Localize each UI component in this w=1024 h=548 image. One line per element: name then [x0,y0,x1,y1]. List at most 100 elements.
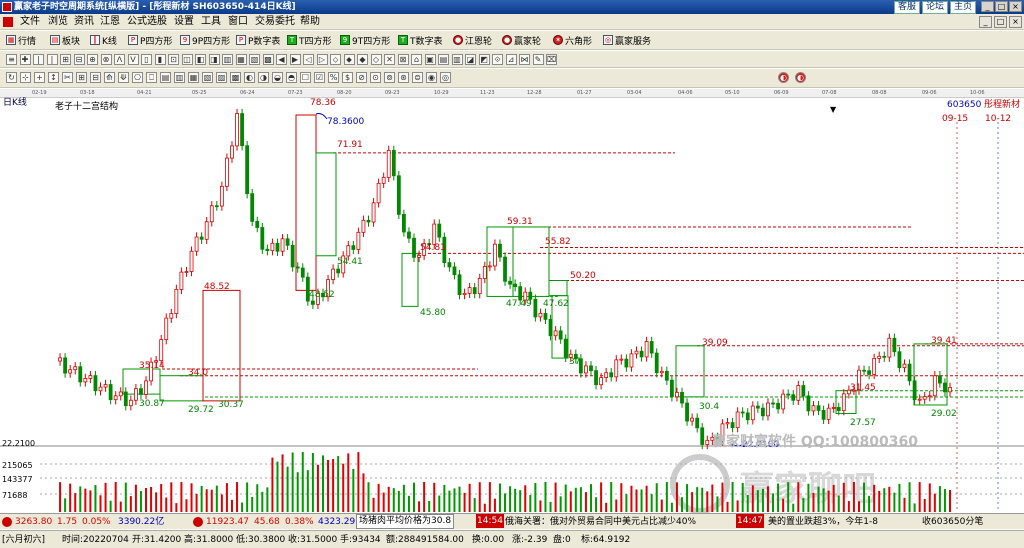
draw-tool-icon[interactable]: ᐯ [127,54,139,65]
draw-tool-icon[interactable]: ≡ [6,54,17,65]
draw-tool-icon[interactable]: ⊗ [100,54,112,65]
analysis-tool-icon[interactable]: ⟰ [104,72,115,83]
draw-tool-icon[interactable]: ◆ [357,54,368,65]
analysis-tool-icon[interactable]: ▨ [216,72,227,83]
news-item[interactable]: 场猪肉平均价格为30.8 [356,514,455,529]
menu-window[interactable]: 窗口 [226,14,250,30]
kline-chart[interactable]: 日K线 老子十二宫结构 603650 彤程新材 09-15 10-12 ▼ 78.36 78.3… [0,97,1024,513]
menu-help[interactable]: 帮助 [298,14,322,30]
draw-tool-icon[interactable]: ▯ [141,54,152,65]
analysis-tool-icon[interactable]: ⊹ [20,72,31,83]
draw-tool-icon[interactable]: ◀ [276,54,287,65]
winner-wheel-button[interactable]: ● 赢家轮 [502,33,541,47]
draw-tool-icon[interactable]: ⊟ [73,54,85,65]
forum-link[interactable]: 论坛 [921,1,948,14]
t-number-button[interactable]: T T数字表 [398,33,443,47]
draw-tool-icon[interactable]: ▣ [424,54,436,65]
menu-gann[interactable]: 江恩 [98,14,122,30]
analysis-tool-icon[interactable]: ⎔ [132,72,143,83]
draw-tool-icon[interactable]: ✚ [19,54,31,65]
draw-tool-icon[interactable]: ▤ [438,54,449,65]
sz-index[interactable]: 11923.47 [206,514,249,530]
draw-tool-icon[interactable]: ✕ [384,54,395,65]
menu-formula[interactable]: 公式选股 [125,14,169,30]
analysis-tool-icon[interactable]: ▧ [202,72,213,83]
analysis-tool-icon[interactable]: ⊛ [398,72,409,83]
menu-info[interactable]: 资讯 [72,14,96,30]
close-button[interactable]: × [1009,1,1022,12]
analysis-tool-icon[interactable]: + [34,72,45,83]
analysis-tool-icon[interactable]: $ [342,72,353,83]
analysis-tool-icon[interactable]: ⊙ [370,72,381,83]
analysis-tool-icon[interactable]: ☑ [314,72,325,83]
analysis-tool-icon[interactable]: ⊚ [384,72,395,83]
color-icon[interactable]: ◐ [795,72,806,83]
analysis-tool-icon[interactable]: ⟱ [118,72,129,83]
draw-tool-icon[interactable]: ⊞ [60,54,71,65]
draw-tool-icon[interactable]: ▧ [249,54,260,65]
news-item[interactable]: 美的置业跌超3%，今年1-8 [768,514,878,530]
draw-tool-icon[interactable]: ⊕ [87,54,98,65]
block-button[interactable]: ▤ 板块 [50,33,80,47]
analysis-tool-icon[interactable]: ↻ [6,72,17,83]
draw-tool-icon[interactable]: ▦ [235,54,247,65]
analysis-tool-icon[interactable]: ⊘ [356,72,367,83]
draw-tool-icon[interactable]: | [33,54,44,65]
analysis-tool-icon[interactable]: ✂ [62,72,73,83]
draw-tool-icon[interactable]: ◪ [465,54,476,65]
analysis-tool-icon[interactable]: ▩ [230,72,241,83]
draw-tool-icon[interactable]: ▮ [154,54,166,65]
analysis-tool-icon[interactable]: % [328,72,339,83]
analysis-tool-icon[interactable]: ▦ [188,72,199,83]
analysis-tool-icon[interactable]: ◑ [258,72,269,83]
draw-tool-icon[interactable]: ⬦ [330,54,341,65]
analysis-tool-icon[interactable]: ⊞ [76,72,87,83]
t-square-button[interactable]: T T四方形 [287,33,332,47]
home-link[interactable]: 主页 [949,1,976,14]
draw-tool-icon[interactable]: ◨ [208,54,220,65]
draw-tool-icon[interactable]: ⊿ [505,54,517,65]
minimize-button[interactable]: _ [981,1,994,12]
analysis-tool-icon[interactable]: ◎ [440,72,451,83]
analysis-tool-icon[interactable]: ⊜ [412,72,423,83]
draw-tool-icon[interactable]: ⟐ [492,54,503,65]
hexagon-button[interactable]: ✶ 六角形 [553,33,592,47]
menu-trade[interactable]: 交易委托 [253,14,297,30]
analysis-tool-icon[interactable]: ↕ [48,72,59,83]
analysis-tool-icon[interactable]: ◐ [244,72,255,83]
draw-tool-icon[interactable]: ⋈ [519,54,530,65]
draw-tool-icon[interactable]: ◇ [370,54,382,65]
sh-index[interactable]: 3263.80 [15,514,52,530]
draw-tool-icon[interactable]: ◁ [303,54,314,65]
analysis-tool-icon[interactable]: ◉ [426,72,437,83]
news-item[interactable]: 俄海关署：俄对外贸易合同中美元占比减少40% [505,514,696,530]
9p-square-button[interactable]: 9 9P四方形 [180,33,230,47]
draw-tool-icon[interactable]: ✎ [532,54,544,65]
mdi-minimize-button[interactable]: _ [979,16,992,28]
maximize-button[interactable]: □ [995,1,1008,12]
gann-wheel-button[interactable]: ● 江恩轮 [453,33,492,47]
menu-file[interactable]: 文件 [18,14,42,30]
draw-tool-icon[interactable]: ▷ [316,54,328,65]
draw-tool-icon[interactable]: ◧ [195,54,206,65]
draw-tool-icon[interactable]: ▶ [289,54,301,65]
chart-style-icon[interactable]: ◐ [778,72,789,83]
mdi-restore-button[interactable]: □ [994,16,1007,28]
service-button[interactable]: ◎ 赢家服务 [603,33,651,47]
analysis-tool-icon[interactable]: ☐ [300,72,311,83]
draw-tool-icon[interactable]: | [46,54,58,65]
draw-tool-icon[interactable]: ◩ [478,54,490,65]
draw-tool-icon[interactable]: ⌧ [546,54,557,65]
draw-tool-icon[interactable]: ⌂ [411,54,422,65]
draw-tool-icon[interactable]: ▥ [451,54,463,65]
p-square-button[interactable]: P P四方形 [128,33,172,47]
analysis-tool-icon[interactable]: ▤ [160,72,171,83]
analysis-tool-icon[interactable]: ⎕ [146,72,157,83]
menu-browse[interactable]: 浏览 [46,14,70,30]
analysis-tool-icon[interactable]: ◒ [272,72,283,83]
support-link[interactable]: 客服 [893,1,920,14]
menu-tools[interactable]: 工具 [199,14,223,30]
quote-button[interactable]: ▦ 行情 [6,33,36,47]
draw-tool-icon[interactable]: ▩ [262,54,274,65]
draw-tool-icon[interactable]: ▥ [222,54,233,65]
